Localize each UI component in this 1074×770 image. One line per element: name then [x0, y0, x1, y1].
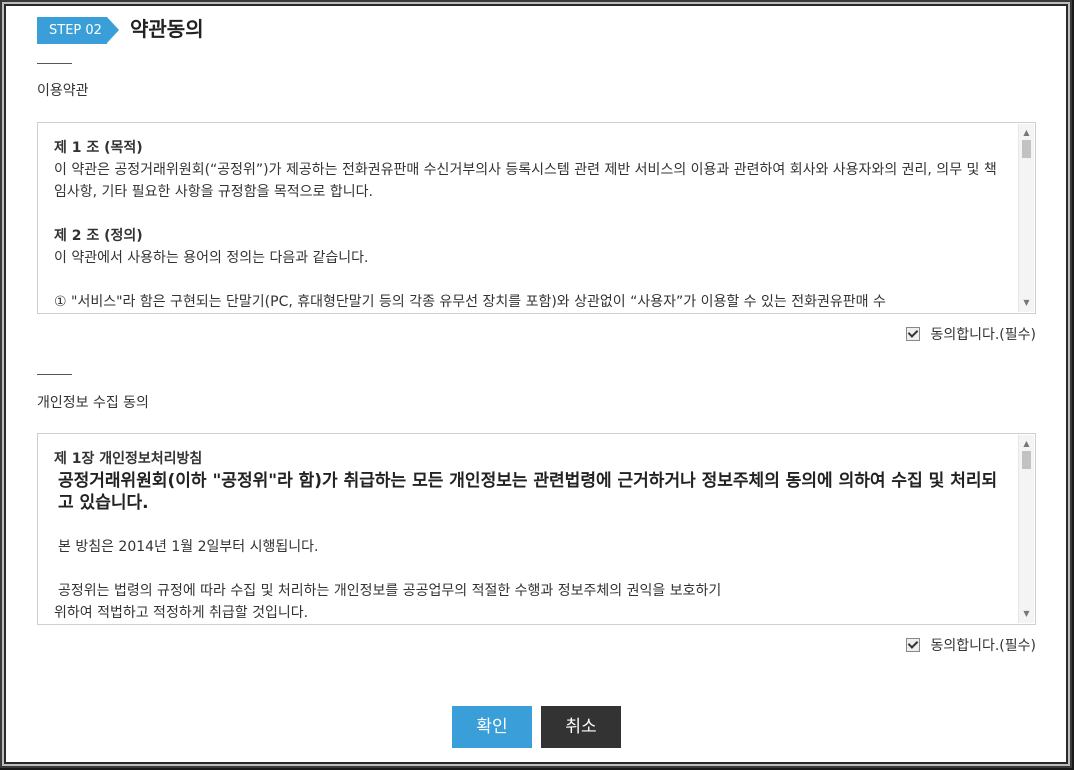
article1-body: 이 약관은 공정거래위원회(“공정위”)가 제공하는 전화권유판매 수신거부의사… — [54, 162, 997, 200]
section-divider — [37, 374, 72, 375]
privacy-section-title: 개인정보 수집 동의 — [37, 395, 149, 411]
privacy-content: 제 1장 개인정보처리방침 공정거래위원회(이하 "공정위"라 함)가 취급하는… — [54, 448, 1007, 624]
terms-agree-row[interactable]: 동의합니다.(필수) — [906, 324, 1036, 344]
triangle-up-icon[interactable]: ▲ — [1019, 437, 1034, 451]
article2-item1: ① "서비스"라 함은 구현되는 단말기(PC, 휴대형단말기 등의 각종 유무… — [54, 294, 886, 310]
terms-section-title: 이용약관 — [37, 83, 89, 99]
terms-content: 제 1 조 (목적) 이 약관은 공정거래위원회(“공정위”)가 제공하는 전화… — [54, 137, 1007, 313]
privacy-lead: 공정거래위원회(이하 "공정위"라 함)가 취급하는 모든 개인정보는 관련법령… — [58, 471, 998, 513]
privacy-agree-label: 동의합니다.(필수) — [930, 638, 1036, 654]
article2-heading: 제 2 조 (정의) — [54, 228, 143, 244]
confirm-button[interactable]: 확인 — [452, 706, 532, 748]
privacy-heading: 제 1장 개인정보처리방침 — [54, 451, 203, 467]
triangle-down-icon[interactable]: ▼ — [1019, 296, 1034, 310]
scroll-thumb[interactable] — [1022, 451, 1031, 469]
privacy-para2-line2: 위하여 적법하고 적정하게 취급할 것입니다. — [54, 605, 309, 621]
page-title: 약관동의 — [130, 17, 204, 41]
terms-agree-label: 동의합니다.(필수) — [930, 327, 1036, 343]
triangle-up-icon[interactable]: ▲ — [1019, 126, 1034, 140]
scroll-thumb[interactable] — [1022, 140, 1031, 158]
privacy-agree-checkbox[interactable] — [906, 638, 921, 652]
step-badge: STEP 02 — [37, 17, 119, 44]
section-divider — [37, 63, 72, 64]
article1-heading: 제 1 조 (목적) — [54, 140, 143, 156]
article2-body: 이 약관에서 사용하는 용어의 정의는 다음과 같습니다. — [54, 250, 369, 266]
terms-scrollbar[interactable]: ▲ ▼ — [1018, 124, 1034, 312]
privacy-textbox[interactable]: 제 1장 개인정보처리방침 공정거래위원회(이하 "공정위"라 함)가 취급하는… — [37, 433, 1036, 625]
triangle-down-icon[interactable]: ▼ — [1019, 607, 1034, 621]
cancel-button[interactable]: 취소 — [541, 706, 621, 748]
privacy-scrollbar[interactable]: ▲ ▼ — [1018, 435, 1034, 623]
privacy-para2-line1: 공정위는 법령의 규정에 따라 수집 및 처리하는 개인정보를 공공업무의 적절… — [58, 583, 722, 599]
terms-agree-checkbox[interactable] — [906, 327, 921, 341]
privacy-para1: 본 방침은 2014년 1월 2일부터 시행됩니다. — [58, 539, 319, 555]
privacy-agree-row[interactable]: 동의합니다.(필수) — [906, 635, 1036, 655]
terms-dialog: STEP 02 약관동의 이용약관 제 1 조 (목적) 이 약관은 공정거래위… — [6, 6, 1066, 762]
terms-textbox[interactable]: 제 1 조 (목적) 이 약관은 공정거래위원회(“공정위”)가 제공하는 전화… — [37, 122, 1036, 314]
